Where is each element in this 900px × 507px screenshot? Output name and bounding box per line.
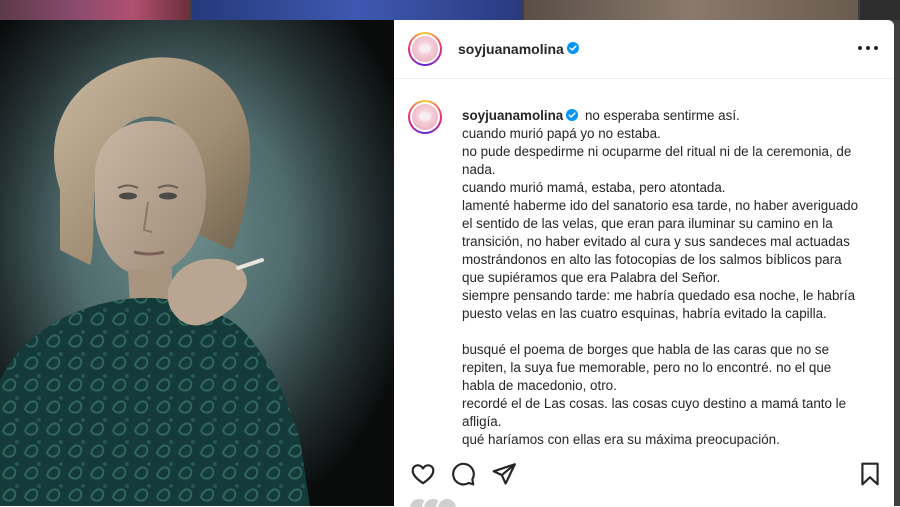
caption-paragraph-gap [462, 323, 880, 341]
caption-line: transición, no haber evitado al cura y s… [462, 234, 850, 249]
caption-lines: cuando murió papá yo no estaba. no pude d… [462, 125, 880, 449]
caption-line: recordé el de Las cosas. las cosas cuyo … [462, 396, 847, 411]
caption-line: lamenté haberme ido del sanatorio esa ta… [462, 198, 859, 213]
caption-text: no esperaba sentirme así. [584, 108, 740, 123]
bookmark-icon[interactable] [857, 461, 883, 487]
comment-icon[interactable] [450, 461, 476, 487]
verified-badge-icon [567, 42, 579, 54]
caption-line: el sentido de las velas, que eran para i… [462, 216, 833, 231]
avatar-image [412, 104, 438, 130]
caption-line: cuando murió papá yo no estaba. [462, 126, 661, 141]
background-thumbnail[interactable] [524, 0, 858, 20]
heart-icon[interactable] [410, 461, 436, 487]
share-icon[interactable] [491, 461, 517, 487]
caption-line: qué haríamos con ellas era su máxima pre… [462, 432, 780, 447]
background-thumbnail[interactable] [192, 0, 522, 20]
background-thumbnail[interactable] [860, 0, 900, 20]
caption-line: cuando murió mamá, estaba, pero atontada… [462, 180, 726, 195]
caption-line: puesto velas en las cuatro esquinas, hab… [462, 306, 827, 321]
caption-first-line: soyjuanamolina no esperaba sentirme así. [462, 107, 880, 125]
post-caption: soyjuanamolina no esperaba sentirme así.… [462, 107, 880, 449]
caption-line: que supiéramos que era Palabra del Señor… [462, 270, 721, 285]
caption-section: soyjuanamolina no esperaba sentirme así.… [394, 99, 894, 461]
caption-line: mostrándonos en alto las fotocopias de l… [462, 252, 842, 267]
background-thumbnails [0, 0, 900, 20]
background-thumbnail[interactable] [0, 0, 190, 20]
caption-line: siempre pensando tarde: me habría quedad… [462, 288, 856, 303]
caption-line: repiten, la suya fue memorable, pero no … [462, 360, 832, 375]
caption-line: busqué el poema de borges que habla de l… [462, 342, 830, 357]
author-avatar[interactable] [408, 32, 442, 66]
verified-badge-icon [566, 109, 579, 121]
avatar-image [412, 36, 438, 62]
caption-line: nada. [462, 162, 496, 177]
post-header: soyjuanamolina [394, 20, 894, 79]
post-photo-image [0, 20, 394, 506]
caption-line: habla de macedonio, otro. [462, 378, 617, 393]
caption-line: no pude despedirme ni ocuparme del ritua… [462, 144, 852, 159]
caption-line: afligía. [462, 414, 502, 429]
post-photo[interactable] [0, 20, 394, 506]
caption-author-avatar[interactable] [408, 100, 442, 134]
post-detail-panel: soyjuanamolina soyjuanamolina no esperab… [394, 20, 894, 507]
author-username[interactable]: soyjuanamolina [458, 41, 564, 57]
post-actions [394, 461, 894, 507]
caption-username[interactable]: soyjuanamolina [462, 108, 563, 123]
more-options-icon[interactable] [858, 40, 878, 56]
